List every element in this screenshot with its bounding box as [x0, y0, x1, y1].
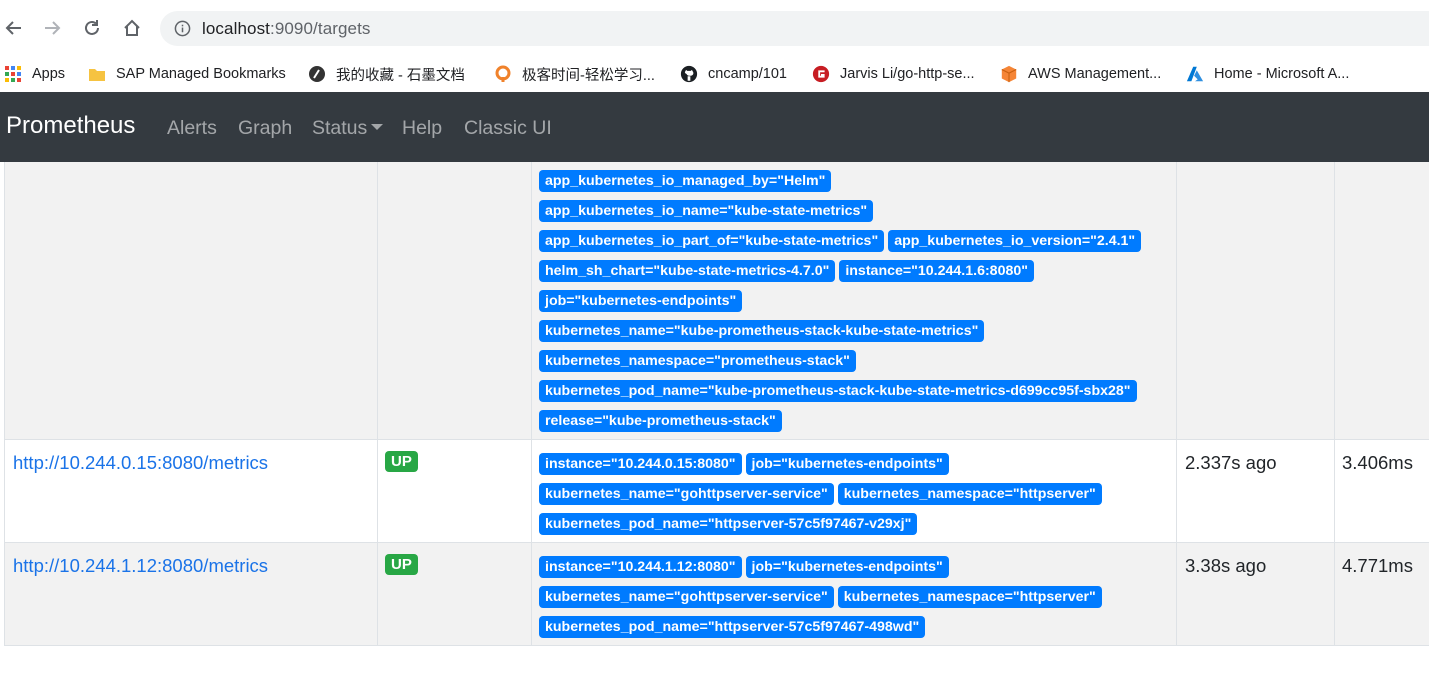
state-cell: UP [377, 543, 531, 645]
bookmark-label: Apps [32, 66, 66, 82]
bookmark-apps[interactable]: Apps [4, 61, 65, 87]
label-badge: job="kubernetes-endpoints" [745, 453, 949, 475]
duration-cell [1334, 162, 1429, 439]
home-icon [124, 19, 140, 36]
endpoint-cell: http://10.244.0.15:8080/metrics [4, 440, 377, 542]
endpoint-link[interactable]: http://10.244.1.12:8080/metrics [13, 555, 268, 577]
forward-button[interactable] [38, 14, 66, 42]
state-cell [377, 162, 531, 439]
label-badge: kubernetes_pod_name="httpserver-57c5f974… [539, 616, 926, 638]
labels-cell: instance="10.244.0.15:8080" job="kubernet… [531, 440, 1176, 542]
label-badge: app_kubernetes_io_managed_by="Helm" [539, 170, 832, 192]
label-badge: kubernetes_pod_name="kube-prometheus-sta… [539, 380, 1137, 402]
home-button[interactable] [118, 14, 146, 42]
back-button[interactable] [0, 14, 28, 42]
state-cell: UP [377, 440, 531, 542]
bookmark-sap[interactable]: SAP Managed Bookmarks [88, 61, 286, 87]
url-host: localhost [202, 19, 270, 38]
label-badge: instance="10.244.1.6:8080" [839, 260, 1034, 282]
bookmark-label: 极客时间-轻松学习... [522, 67, 655, 84]
last-scrape-value: 3.38s ago [1185, 555, 1267, 576]
label-badge: app_kubernetes_io_version="2.4.1" [888, 230, 1142, 252]
endpoint-cell [4, 162, 377, 439]
table-row: http://10.244.0.15:8080/metrics UP insta… [4, 439, 1429, 542]
last-scrape-cell: 3.38s ago [1176, 543, 1334, 645]
folder-icon [88, 65, 106, 83]
label-badge: instance="10.244.0.15:8080" [539, 453, 742, 475]
github-icon [680, 65, 698, 83]
label-badge: kubernetes_pod_name="httpserver-57c5f974… [539, 513, 918, 535]
url-text: localhost:9090/targets [202, 19, 371, 39]
brand-link[interactable]: Prometheus [6, 112, 135, 140]
scrape-duration-value: 3.406ms [1342, 452, 1413, 473]
shimo-icon [308, 65, 326, 83]
bookmark-gitee[interactable]: Jarvis Li/go-http-se... [812, 61, 975, 87]
labels-cell: instance="10.244.1.12:8080" job="kubernet… [531, 543, 1176, 645]
bookmark-aws[interactable]: AWS Management... [1000, 61, 1161, 87]
label-badge: helm_sh_chart="kube-state-metrics-4.7.0" [539, 260, 836, 282]
bookmark-label: Jarvis Li/go-http-se... [840, 66, 975, 82]
state-badge-up: UP [385, 554, 418, 575]
reload-icon [85, 20, 99, 35]
nav-graph[interactable]: Graph [238, 117, 292, 140]
label-badge: kubernetes_namespace="httpserver" [837, 586, 1102, 608]
browser-toolbar: localhost:9090/targets [0, 0, 1429, 56]
table-row: http://10.244.1.12:8080/metrics UP insta… [4, 542, 1429, 646]
label-badge: release="kube-prometheus-stack" [539, 410, 782, 432]
bookmark-geektime[interactable]: 极客时间-轻松学习... [494, 61, 655, 87]
label-badge: job="kubernetes-endpoints" [745, 556, 949, 578]
caret-down-icon [371, 124, 384, 130]
aws-icon [1000, 65, 1018, 83]
endpoint-cell: http://10.244.1.12:8080/metrics [4, 543, 377, 645]
label-badge: kubernetes_namespace="httpserver" [837, 483, 1102, 505]
scrape-duration-value: 4.771ms [1342, 555, 1413, 576]
duration-cell: 3.406ms [1334, 440, 1429, 542]
endpoint-link[interactable]: http://10.244.0.15:8080/metrics [13, 452, 268, 474]
apps-grid-icon [4, 65, 22, 83]
forward-arrow-icon [45, 21, 61, 35]
table-row: app_kubernetes_io_managed_by="Helm" app_… [4, 162, 1429, 439]
nav-help[interactable]: Help [402, 117, 442, 140]
labels-cell: app_kubernetes_io_managed_by="Helm" app_… [531, 162, 1176, 439]
nav-alerts[interactable]: Alerts [167, 117, 217, 140]
label-badge: instance="10.244.1.12:8080" [539, 556, 742, 578]
label-badge: job="kubernetes-endpoints" [539, 290, 743, 312]
nav-status-dropdown[interactable]: Status [312, 117, 384, 140]
label-badge: app_kubernetes_io_part_of="kube-state-me… [539, 230, 885, 252]
bookmark-azure[interactable]: Home - Microsoft A... [1186, 61, 1349, 87]
bookmarks-bar: Apps SAP Managed Bookmarks 我的收藏 - 石墨文档 极… [0, 56, 1429, 92]
bookmark-shimo[interactable]: 我的收藏 - 石墨文档 [308, 61, 465, 87]
last-scrape-cell [1176, 162, 1334, 439]
reload-button[interactable] [78, 14, 106, 42]
nav-status-label: Status [312, 117, 368, 139]
bookmark-label: Home - Microsoft A... [1214, 66, 1350, 82]
geektime-icon [494, 65, 512, 83]
info-icon[interactable] [174, 20, 191, 37]
label-badge: kubernetes_namespace="prometheus-stack" [539, 350, 856, 372]
label-badge: kubernetes_name="kube-prometheus-stack-k… [539, 320, 985, 342]
label-badge: app_kubernetes_io_name="kube-state-metri… [539, 200, 874, 222]
bookmark-github[interactable]: cncamp/101 [680, 61, 787, 87]
last-scrape-cell: 2.337s ago [1176, 440, 1334, 542]
gitee-icon [812, 65, 830, 83]
bookmark-label: cncamp/101 [708, 66, 787, 82]
state-badge-up: UP [385, 451, 418, 472]
address-bar[interactable]: localhost:9090/targets [160, 11, 1429, 46]
duration-cell: 4.771ms [1334, 543, 1429, 645]
nav-classic-ui[interactable]: Classic UI [464, 117, 552, 140]
back-arrow-icon [5, 21, 21, 35]
last-scrape-value: 2.337s ago [1185, 452, 1277, 473]
label-badge: kubernetes_name="gohttpserver-service" [539, 483, 834, 505]
azure-icon [1186, 65, 1204, 83]
prometheus-navbar: Prometheus Alerts Graph Status Help Clas… [0, 92, 1429, 162]
bookmark-label: AWS Management... [1028, 66, 1162, 82]
bookmark-label: 我的收藏 - 石墨文档 [336, 67, 465, 84]
label-badge: kubernetes_name="gohttpserver-service" [539, 586, 834, 608]
url-path: :9090/targets [270, 19, 371, 38]
bookmark-label: SAP Managed Bookmarks [116, 66, 286, 82]
